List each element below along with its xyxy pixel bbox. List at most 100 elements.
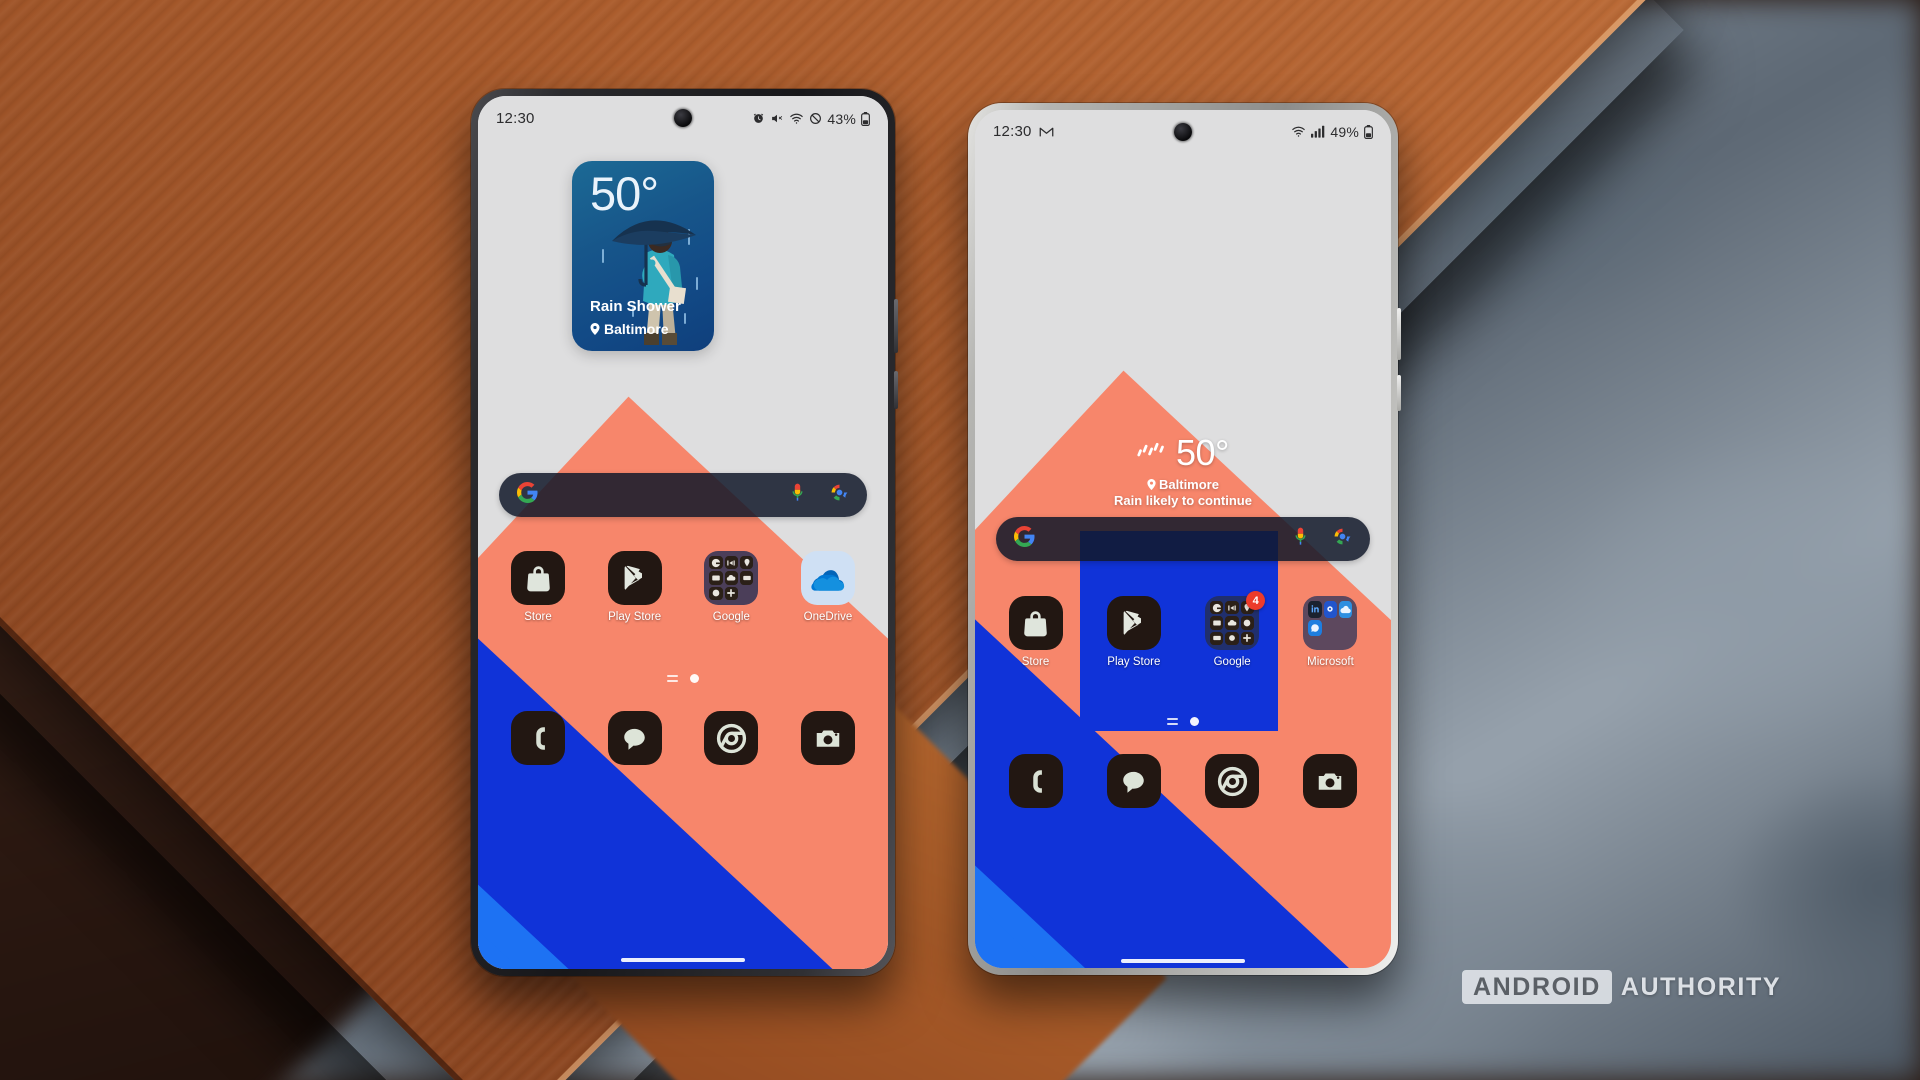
weather-widget-card[interactable]: 50° Rain Shower Baltimore: [572, 161, 714, 351]
pin-icon: [1147, 479, 1156, 490]
play-store-icon: [1106, 596, 1161, 650]
camera-icon: [800, 711, 855, 765]
page-dot-active[interactable]: [690, 674, 699, 683]
weather-location-text: Baltimore: [1159, 477, 1219, 492]
google-search-bar[interactable]: [996, 517, 1370, 561]
phone-left: 12:30 43% 50° Rain Shower Baltimore Stor…: [471, 89, 898, 976]
battery-percent: 43%: [827, 110, 856, 127]
google-folder-icon: [704, 551, 759, 605]
rain-icon: [1137, 440, 1167, 467]
app-microsoft-folder[interactable]: Microsoft: [1288, 596, 1373, 668]
android-authority-watermark: ANDROID AUTHORITY: [1462, 970, 1781, 1004]
home-gesture-bar[interactable]: [1121, 959, 1245, 963]
app-label: OneDrive: [803, 611, 853, 623]
app-store[interactable]: Store: [496, 551, 580, 623]
google-g-icon: [1014, 526, 1035, 552]
wifi-icon: [1291, 125, 1306, 138]
do-not-disturb-icon: [809, 112, 822, 125]
microphone-icon[interactable]: [789, 483, 806, 507]
google-lens-icon[interactable]: [1333, 527, 1352, 551]
phone-right: 12:30 49% 50° Baltimore Rain likely to c…: [968, 103, 1401, 975]
chrome-icon: [1205, 754, 1260, 808]
weather-temperature: 50°: [1176, 432, 1229, 473]
status-bar-left-group: 12:30: [496, 110, 535, 127]
watermark-box-text: ANDROID: [1462, 970, 1612, 1004]
dock-right: [993, 754, 1373, 808]
weather-temperature: 50°: [590, 167, 659, 220]
dock-chrome[interactable]: [689, 711, 773, 765]
alarm-icon: [752, 112, 765, 125]
page-indicator-right[interactable]: [975, 717, 1391, 726]
app-pages-icon[interactable]: [1167, 718, 1178, 725]
mute-icon: [770, 112, 784, 125]
camera-icon: [1303, 754, 1358, 808]
gmail-icon: [1039, 126, 1054, 138]
power-button[interactable]: [1397, 375, 1401, 411]
app-pages-icon[interactable]: [667, 675, 678, 682]
pin-icon: [590, 323, 600, 335]
status-bar-right-group: 49%: [1291, 124, 1373, 140]
dock-phone[interactable]: [993, 754, 1078, 808]
notification-badge: 4: [1246, 591, 1266, 610]
app-row-right: Store Play Store 4 Google Microsoft: [993, 591, 1373, 668]
weather-condition: Rain likely to continue: [1114, 493, 1252, 508]
photo-scene: [0, 0, 1920, 1080]
google-search-bar[interactable]: [499, 473, 867, 517]
app-row-left: Store Play Store Google OneDrive: [496, 551, 870, 623]
home-gesture-bar[interactable]: [621, 958, 745, 962]
dock-chrome[interactable]: [1190, 754, 1275, 808]
phone-icon: [511, 711, 565, 765]
app-play-store[interactable]: Play Store: [593, 551, 677, 623]
galaxy-store-icon: [1008, 596, 1063, 650]
dock-messages[interactable]: [593, 711, 677, 765]
dock-camera[interactable]: [1288, 754, 1373, 808]
app-label: Google: [1213, 656, 1251, 668]
weather-location: Baltimore: [590, 321, 669, 337]
status-bar-right-group: 43%: [752, 111, 870, 127]
app-play-store[interactable]: Play Store: [1091, 596, 1176, 668]
app-label: Google: [712, 611, 750, 623]
weather-location: Baltimore: [975, 477, 1391, 492]
phone-icon: [1008, 754, 1063, 808]
app-label: Play Store: [1107, 656, 1161, 668]
battery-icon: [861, 111, 870, 126]
onedrive-icon: [800, 551, 855, 605]
dock-camera[interactable]: [786, 711, 870, 765]
app-label: Play Store: [608, 611, 662, 623]
page-dot-active[interactable]: [1190, 717, 1199, 726]
page-indicator-left[interactable]: [478, 674, 888, 683]
phone-right-screen[interactable]: 12:30 49% 50° Baltimore Rain likely to c…: [975, 110, 1391, 968]
google-g-icon: [517, 482, 538, 508]
microphone-icon[interactable]: [1292, 527, 1309, 551]
play-store-icon: [607, 551, 662, 605]
chrome-icon: [704, 711, 759, 765]
watermark-text: AUTHORITY: [1620, 972, 1782, 1001]
messages-icon: [607, 711, 662, 765]
weather-location-text: Baltimore: [604, 321, 669, 337]
volume-button[interactable]: [1397, 308, 1401, 360]
dock-left: [496, 711, 870, 765]
app-onedrive[interactable]: OneDrive: [786, 551, 870, 623]
dock-messages[interactable]: [1091, 754, 1176, 808]
weather-main-row: 50°: [975, 432, 1391, 474]
app-google-folder[interactable]: Google: [689, 551, 773, 623]
microsoft-folder-icon: [1303, 596, 1358, 650]
battery-percent: 49%: [1330, 123, 1359, 140]
power-button[interactable]: [894, 371, 898, 409]
app-google-folder[interactable]: 4 Google: [1190, 591, 1275, 668]
status-bar-right: 12:30 49%: [975, 123, 1391, 140]
app-store[interactable]: Store: [993, 596, 1078, 668]
phone-left-screen[interactable]: 12:30 43% 50° Rain Shower Baltimore Stor…: [478, 96, 888, 969]
weather-condition: Rain Shower: [590, 298, 681, 315]
app-label: Store: [524, 611, 552, 623]
weather-widget-ambient[interactable]: 50° Baltimore Rain likely to continue: [975, 432, 1391, 508]
battery-icon: [1364, 124, 1373, 139]
volume-button[interactable]: [894, 299, 898, 353]
wifi-icon: [789, 112, 804, 125]
google-lens-icon[interactable]: [830, 483, 849, 507]
status-bar-left-group: 12:30: [993, 123, 1054, 140]
status-time: 12:30: [496, 110, 535, 127]
dock-phone[interactable]: [496, 711, 580, 765]
app-label: Microsoft: [1307, 656, 1354, 668]
galaxy-store-icon: [511, 551, 565, 605]
